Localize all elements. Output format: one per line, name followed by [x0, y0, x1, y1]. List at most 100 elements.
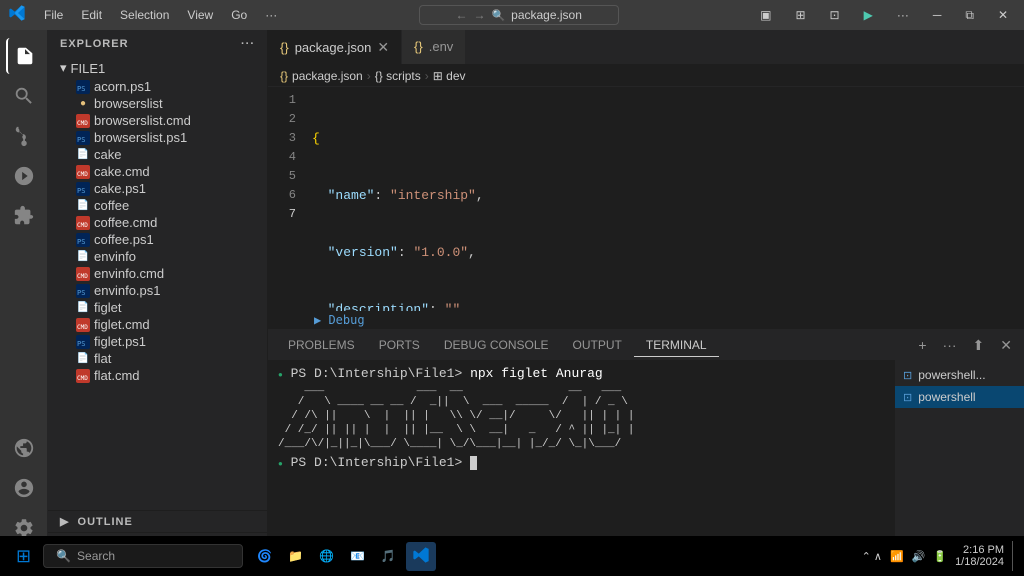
tab-debug-console[interactable]: DEBUG CONSOLE — [432, 334, 561, 356]
add-terminal-btn[interactable]: + — [914, 335, 930, 355]
panel-close-btn[interactable]: ✕ — [996, 335, 1016, 356]
file-coffee-ps1[interactable]: PS coffee.ps1 — [48, 231, 267, 248]
sidebar: EXPLORER ··· ▾ FILE1 PS acorn.ps1 ● brow — [48, 30, 268, 554]
tab-bar: {} package.json ✕ {} .env — [268, 30, 1024, 65]
menu-edit[interactable]: Edit — [73, 6, 110, 24]
command-text: npx figlet Anurag — [470, 366, 603, 381]
file-tree: ▾ FILE1 PS acorn.ps1 ● browserslist CMD — [48, 58, 267, 510]
taskbar-wifi[interactable]: 📶 — [890, 550, 904, 563]
file-acorn-ps1[interactable]: PS acorn.ps1 — [48, 78, 267, 95]
terminal-session-2[interactable]: ⊡ powershell — [895, 386, 1024, 408]
panel-maximize-btn[interactable]: ⬆ — [969, 335, 989, 356]
nav-forward-btn[interactable]: → — [473, 8, 485, 22]
debug-link[interactable]: ▶ Debug — [314, 313, 365, 327]
tab-problems[interactable]: PROBLEMS — [276, 334, 367, 356]
taskbar-icon-2[interactable]: 📁 — [282, 545, 309, 567]
file-flat[interactable]: 📄 flat — [48, 350, 267, 367]
file-envinfo-cmd[interactable]: CMD envinfo.cmd — [48, 265, 267, 282]
explorer-icon[interactable] — [6, 38, 42, 74]
menu-file[interactable]: File — [36, 6, 71, 24]
cmd-icon-2: CMD — [76, 165, 90, 179]
taskbar-icon-4[interactable]: 📧 — [344, 545, 371, 567]
terminal-session-1[interactable]: ⊡ powershell... — [895, 364, 1024, 386]
file-figlet-cmd[interactable]: CMD figlet.cmd — [48, 316, 267, 333]
ps1-icon-5: PS — [76, 284, 90, 298]
source-control-icon[interactable] — [6, 118, 42, 154]
close-btn[interactable]: ✕ — [990, 4, 1016, 26]
cursor — [470, 456, 477, 470]
taskbar-icon-3[interactable]: 🌐 — [313, 545, 340, 567]
titlebar-left: File Edit Selection View Go ··· — [8, 4, 285, 27]
menu-selection[interactable]: Selection — [112, 6, 177, 24]
nav-back-btn[interactable]: ← — [455, 8, 467, 22]
restore-btn[interactable]: ⧉ — [957, 4, 982, 27]
tab-package-json[interactable]: {} package.json ✕ — [268, 30, 402, 64]
titlebar-center: ← → 🔍 package.json — [285, 5, 752, 25]
file-browserslist-cmd[interactable]: CMD browserslist.cmd — [48, 112, 267, 129]
svg-text:CMD: CMD — [77, 171, 88, 178]
minimize-btn[interactable]: ─ — [925, 4, 950, 26]
file-cake[interactable]: 📄 cake — [48, 146, 267, 163]
taskbar-search[interactable]: 🔍 Search — [43, 544, 243, 568]
tab-ports[interactable]: PORTS — [367, 334, 432, 356]
tab-icon: {} — [280, 40, 289, 55]
file-coffee[interactable]: 📄 coffee — [48, 197, 267, 214]
search-icon[interactable] — [6, 78, 42, 114]
tab-env[interactable]: {} .env — [402, 30, 466, 64]
svg-text:PS: PS — [77, 289, 85, 297]
panel-actions: + ··· ⬆ ✕ — [914, 335, 1016, 356]
file-coffee-cmd[interactable]: CMD coffee.cmd — [48, 214, 267, 231]
breadcrumb-file[interactable]: package.json — [292, 69, 363, 83]
file-browserslist[interactable]: ● browserslist — [48, 95, 267, 112]
file-icon-5: 📄 — [76, 352, 90, 366]
file-cake-cmd[interactable]: CMD cake.cmd — [48, 163, 267, 180]
taskbar-volume[interactable]: 🔊 — [912, 550, 926, 563]
run-btn[interactable]: ▶ — [856, 4, 881, 26]
taskbar-clock[interactable]: 2:16 PM 1/18/2024 — [955, 544, 1004, 568]
breadcrumb-sep-1: › — [367, 69, 371, 83]
layout-btn-2[interactable]: ⊞ — [787, 4, 813, 26]
file-browserslist-ps1[interactable]: PS browserslist.ps1 — [48, 129, 267, 146]
sidebar-more-btn[interactable]: ··· — [241, 38, 255, 50]
breadcrumb-dev[interactable]: ⊞ dev — [433, 69, 466, 83]
start-btn[interactable]: ⊞ — [8, 542, 39, 571]
tab-icon-2: {} — [414, 39, 423, 54]
remote-icon[interactable] — [6, 430, 42, 466]
taskbar-icon-5[interactable]: 🎵 — [375, 545, 402, 567]
svg-text:CMD: CMD — [77, 222, 88, 229]
account-icon[interactable] — [6, 470, 42, 506]
terminal-content[interactable]: ● PS D:\Intership\File1> npx figlet Anur… — [268, 360, 894, 554]
taskbar-battery[interactable]: 🔋 — [933, 550, 947, 563]
extensions-icon[interactable] — [6, 198, 42, 234]
folder-file1[interactable]: ▾ FILE1 — [48, 58, 267, 78]
breadcrumb-scripts[interactable]: {} scripts — [375, 69, 421, 83]
taskbar-icon-1[interactable]: 🌀 — [251, 545, 278, 567]
svg-text:PS: PS — [77, 340, 85, 348]
tab-terminal[interactable]: TERMINAL — [634, 334, 719, 357]
layout-btn-1[interactable]: ▣ — [752, 4, 779, 26]
file-figlet-ps1[interactable]: PS figlet.ps1 — [48, 333, 267, 350]
run-debug-icon[interactable] — [6, 158, 42, 194]
file-envinfo[interactable]: 📄 envinfo — [48, 248, 267, 265]
prompt-dot: ● — [278, 371, 283, 380]
file-envinfo-ps1[interactable]: PS envinfo.ps1 — [48, 282, 267, 299]
menu-view[interactable]: View — [179, 6, 221, 24]
explorer-label: EXPLORER — [60, 38, 129, 50]
show-desktop-btn[interactable] — [1012, 541, 1016, 571]
panel-more-btn[interactable]: ··· — [939, 335, 961, 355]
tab-output[interactable]: OUTPUT — [561, 334, 634, 356]
breadcrumb-sep-2: › — [425, 69, 429, 83]
file-icon: 📄 — [76, 148, 90, 162]
file-cake-ps1[interactable]: PS cake.ps1 — [48, 180, 267, 197]
sidebar-outline[interactable]: ▶ OUTLINE — [48, 510, 267, 532]
svg-text:PS: PS — [77, 238, 85, 246]
layout-btn-3[interactable]: ⊡ — [822, 4, 848, 26]
menu-more[interactable]: ··· — [257, 6, 285, 24]
tab-close-btn[interactable]: ✕ — [377, 39, 389, 56]
more-actions-btn[interactable]: ··· — [889, 4, 917, 26]
menu-go[interactable]: Go — [223, 6, 255, 24]
file-flat-cmd[interactable]: CMD flat.cmd — [48, 367, 267, 384]
taskbar-vscode[interactable] — [406, 542, 436, 571]
ps1-icon: PS — [76, 80, 90, 94]
file-figlet[interactable]: 📄 figlet — [48, 299, 267, 316]
